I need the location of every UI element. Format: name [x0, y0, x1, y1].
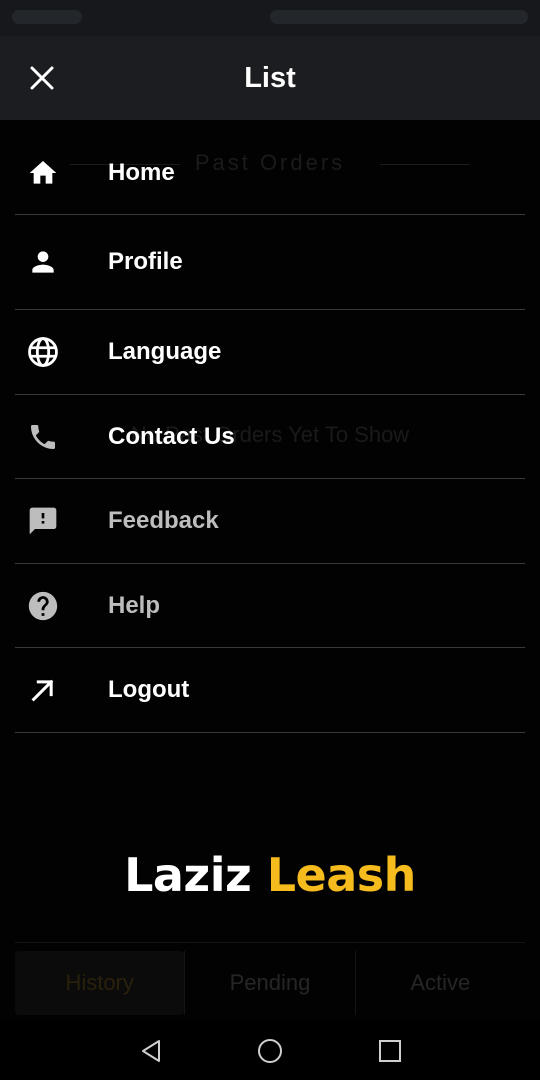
phone-icon — [25, 419, 61, 455]
drawer-header: List — [0, 36, 540, 120]
menu-item-contact-us[interactable]: Contact Us — [15, 395, 525, 479]
menu-label-home: Home — [108, 159, 175, 186]
menu-label-feedback: Feedback — [108, 507, 219, 534]
recents-button[interactable] — [375, 1036, 405, 1066]
order-tabs: History Pending Active — [15, 942, 525, 1020]
tab-active[interactable]: Active — [354, 951, 525, 1015]
back-triangle-icon — [142, 1040, 160, 1062]
feedback-icon — [25, 503, 61, 539]
home-button[interactable] — [255, 1036, 285, 1066]
close-icon — [30, 66, 54, 90]
help-icon — [25, 588, 61, 624]
status-icons-blur — [270, 10, 528, 24]
home-icon — [25, 155, 61, 191]
brand-word-leash: Leash — [266, 848, 417, 902]
drawer-title: List — [244, 61, 296, 94]
menu-label-language: Language — [108, 338, 222, 365]
tab-history[interactable]: History — [15, 951, 185, 1015]
back-button[interactable] — [136, 1036, 166, 1066]
menu-item-logout[interactable]: Logout — [15, 648, 525, 733]
arrow-up-right-icon — [25, 672, 61, 708]
home-circle-icon — [258, 1039, 282, 1063]
status-carrier-blur — [12, 10, 82, 24]
menu-item-feedback[interactable]: Feedback — [15, 479, 525, 564]
menu-label-help: Help — [108, 591, 161, 619]
person-icon — [25, 244, 61, 280]
menu-label-contact-us: Contact Us — [108, 422, 235, 450]
tab-pending[interactable]: Pending — [184, 951, 354, 1015]
brand-word-laziz: Laziz — [124, 848, 252, 902]
close-button[interactable] — [22, 58, 62, 98]
menu-label-profile: Profile — [108, 248, 183, 275]
status-bar — [0, 0, 540, 36]
menu-label-logout: Logout — [108, 676, 190, 703]
brand-logo: Laziz Leash — [0, 848, 540, 902]
menu-item-profile[interactable]: Profile — [15, 215, 525, 310]
system-nav-bar — [0, 1020, 540, 1080]
globe-icon — [25, 334, 61, 370]
menu-item-language[interactable]: Language — [15, 310, 525, 395]
recents-square-icon — [379, 1040, 401, 1062]
menu-item-home[interactable]: Home — [15, 132, 525, 215]
menu-item-help[interactable]: Help — [15, 564, 525, 648]
